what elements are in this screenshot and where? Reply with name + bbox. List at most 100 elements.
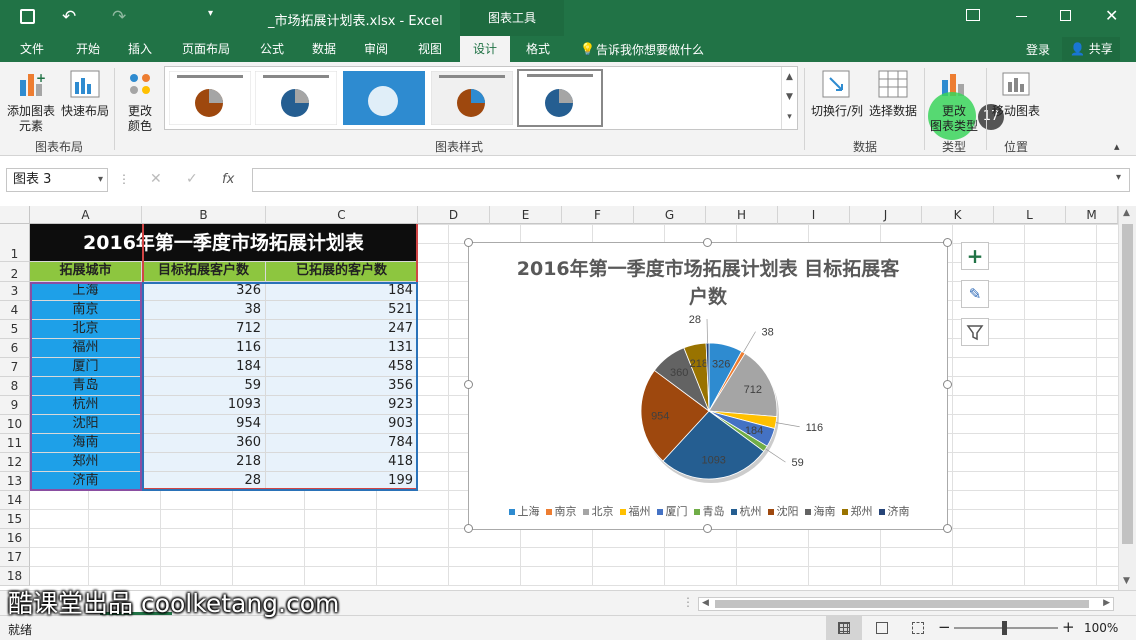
- pie-chart[interactable]: 3263871211618459109395436021828: [469, 243, 947, 529]
- target-value-cell[interactable]: 712: [142, 320, 266, 339]
- city-cell[interactable]: 南京: [30, 301, 142, 320]
- change-chart-type-button[interactable]: 更改 图表类型: [928, 66, 978, 140]
- data-label[interactable]: 360: [670, 367, 688, 379]
- tab-format[interactable]: 格式: [516, 36, 560, 62]
- done-value-cell[interactable]: 184: [266, 282, 418, 301]
- zoom-out-icon[interactable]: −: [938, 618, 951, 636]
- quick-access-dropdown-icon[interactable]: ▾: [208, 8, 213, 19]
- page-layout-view-icon[interactable]: [876, 622, 888, 634]
- resize-handle[interactable]: [703, 238, 712, 247]
- done-value-cell[interactable]: 247: [266, 320, 418, 339]
- chart-style-thumbnail-4[interactable]: [431, 71, 513, 125]
- done-value-cell[interactable]: 923: [266, 396, 418, 415]
- gallery-scroll[interactable]: ▲ ▼ ▾: [781, 67, 797, 129]
- target-value-cell[interactable]: 116: [142, 339, 266, 358]
- column-header-i[interactable]: I: [778, 206, 850, 224]
- header-target[interactable]: 目标拓展客户数: [142, 262, 266, 282]
- resize-handle[interactable]: [943, 380, 952, 389]
- legend-item[interactable]: 上海: [508, 503, 540, 519]
- row-header-11[interactable]: 11: [0, 434, 30, 453]
- column-header-j[interactable]: J: [850, 206, 922, 224]
- target-value-cell[interactable]: 184: [142, 358, 266, 377]
- header-city[interactable]: 拓展城市: [30, 262, 142, 282]
- resize-handle[interactable]: [943, 524, 952, 533]
- name-box[interactable]: 图表 3 ▾: [6, 168, 108, 192]
- data-label[interactable]: 116: [806, 422, 824, 434]
- move-chart-button[interactable]: 移动图表: [990, 66, 1042, 132]
- legend-item[interactable]: 杭州: [730, 503, 762, 519]
- chart-filters-button[interactable]: [961, 318, 989, 346]
- column-header-b[interactable]: B: [142, 206, 266, 224]
- data-label[interactable]: 954: [651, 411, 669, 423]
- row-header-13[interactable]: 13: [0, 472, 30, 491]
- zoom-in-icon[interactable]: +: [1062, 618, 1075, 636]
- chart-styles-button[interactable]: ✎: [961, 280, 989, 308]
- legend-item[interactable]: 北京: [582, 503, 614, 519]
- row-header-7[interactable]: 7: [0, 358, 30, 377]
- city-cell[interactable]: 福州: [30, 339, 142, 358]
- row-header-1[interactable]: 1: [0, 224, 30, 262]
- chart-object[interactable]: 2016年第一季度市场拓展计划表 目标拓展客户数 326 38 712 116 184 5…: [468, 242, 948, 530]
- add-chart-element-button[interactable]: + 添加图表 元素: [4, 66, 58, 133]
- resize-handle[interactable]: [464, 380, 473, 389]
- change-colors-button[interactable]: 更改 颜色: [118, 66, 162, 133]
- data-label[interactable]: 712: [744, 384, 762, 396]
- scroll-thumb[interactable]: [1122, 224, 1133, 544]
- resize-handle[interactable]: [943, 238, 952, 247]
- row-header-5[interactable]: 5: [0, 320, 30, 339]
- switch-row-column-button[interactable]: 切换行/列: [806, 66, 864, 132]
- collapse-ribbon-icon[interactable]: ▴: [1114, 140, 1120, 153]
- chart-style-thumbnail-5[interactable]: [517, 69, 603, 127]
- legend-item[interactable]: 福州: [619, 503, 651, 519]
- sign-in-link[interactable]: 登录: [1026, 41, 1050, 58]
- city-cell[interactable]: 海南: [30, 434, 142, 453]
- column-header-g[interactable]: G: [634, 206, 706, 224]
- row-header-8[interactable]: 8: [0, 377, 30, 396]
- scroll-up-icon[interactable]: ▲: [1123, 208, 1130, 218]
- scroll-right-icon[interactable]: ▶: [1103, 598, 1110, 608]
- row-header-12[interactable]: 12: [0, 453, 30, 472]
- column-header-e[interactable]: E: [490, 206, 562, 224]
- tab-formulas[interactable]: 公式: [250, 36, 294, 62]
- legend-item[interactable]: 厦门: [656, 503, 688, 519]
- row-header-17[interactable]: 17: [0, 548, 30, 567]
- city-cell[interactable]: 沈阳: [30, 415, 142, 434]
- horizontal-scrollbar[interactable]: ◀ ▶: [698, 597, 1114, 611]
- column-header-h[interactable]: H: [706, 206, 778, 224]
- share-button[interactable]: 👤 共享: [1062, 37, 1120, 61]
- row-header-15[interactable]: 15: [0, 510, 30, 529]
- row-header-16[interactable]: 16: [0, 529, 30, 548]
- select-data-button[interactable]: 选择数据: [866, 66, 920, 132]
- vertical-scrollbar[interactable]: ▲ ▼: [1118, 206, 1136, 590]
- name-box-dropdown-icon[interactable]: ▾: [98, 169, 103, 191]
- zoom-level[interactable]: 100%: [1084, 621, 1118, 635]
- tab-home[interactable]: 开始: [66, 36, 110, 62]
- scroll-down-icon[interactable]: ▼: [1123, 576, 1130, 586]
- target-value-cell[interactable]: 59: [142, 377, 266, 396]
- column-header-k[interactable]: K: [922, 206, 994, 224]
- target-value-cell[interactable]: 954: [142, 415, 266, 434]
- target-value-cell[interactable]: 38: [142, 301, 266, 320]
- column-header-c[interactable]: C: [266, 206, 418, 224]
- chart-style-thumbnail-3[interactable]: [343, 71, 425, 125]
- column-header-f[interactable]: F: [562, 206, 634, 224]
- tab-insert[interactable]: 插入: [118, 36, 162, 62]
- data-label[interactable]: 218: [690, 358, 708, 370]
- chart-elements-button[interactable]: +: [961, 242, 989, 270]
- city-cell[interactable]: 青岛: [30, 377, 142, 396]
- tab-review[interactable]: 审阅: [354, 36, 398, 62]
- scroll-left-icon[interactable]: ◀: [702, 598, 709, 608]
- data-label[interactable]: 1093: [701, 455, 725, 467]
- column-header-a[interactable]: A: [30, 206, 142, 224]
- select-all-corner[interactable]: [0, 206, 30, 224]
- row-header-9[interactable]: 9: [0, 396, 30, 415]
- row-header-2[interactable]: 2: [0, 262, 30, 282]
- resize-handle[interactable]: [464, 524, 473, 533]
- legend-item[interactable]: 郑州: [841, 503, 873, 519]
- chart-style-thumbnail-2[interactable]: [255, 71, 337, 125]
- cancel-icon[interactable]: ✕: [150, 171, 162, 187]
- chart-styles-gallery[interactable]: ▲ ▼ ▾: [164, 66, 798, 130]
- tab-view[interactable]: 视图: [408, 36, 452, 62]
- tab-split-dots[interactable]: ⋮: [682, 595, 694, 609]
- done-value-cell[interactable]: 131: [266, 339, 418, 358]
